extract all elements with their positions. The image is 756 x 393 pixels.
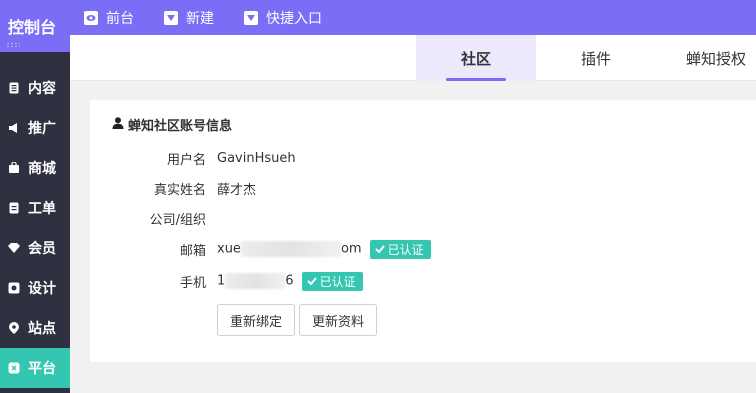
sidebar-item-design[interactable]: 设计 [0,268,70,308]
sidebar-item-member[interactable]: 会员 [0,228,70,268]
panel-title-text: 蝉知社区账号信息 [128,119,233,134]
frontend-link[interactable]: 前台 [84,8,134,28]
dropdown-icon [244,10,258,25]
phone-prefix: 1 [217,273,226,289]
sidebar-nav: 内容 推广 商城 工单 会员 设计 站点 平台 [0,52,70,388]
user-icon [112,116,124,133]
tab-community[interactable]: 社区 [416,35,536,81]
phone-label: 手机 [179,275,206,291]
phone-redaction [225,273,286,289]
sidebar-item-label: 推广 [28,121,56,137]
sidebar-item-content[interactable]: 内容 [0,68,70,108]
tab-license[interactable]: 蝉知授权 [656,35,756,81]
account-info-panel: 蝉知社区账号信息 用户名 GavinHsueh 真实姓名 薛才杰 公司/组织 邮… [90,100,756,362]
design-icon [8,282,20,294]
shortcut-menu-label: 快捷入口 [266,10,322,27]
frontend-label: 前台 [106,10,134,27]
dropdown-icon [164,10,178,25]
app-title: 控制台 [8,18,57,37]
sidebar-item-shop[interactable]: 商城 [0,148,70,188]
phone-suffix: 6 [285,273,294,289]
sidebar: 控制台 内容 推广 商城 工单 会员 设计 站点 平台 [0,0,70,393]
username-value: GavinHsueh [217,150,296,166]
sidebar-item-label: 站点 [28,321,56,337]
platform-icon [8,362,20,374]
sidebar-item-ticket[interactable]: 工单 [0,188,70,228]
sidebar-item-label: 工单 [28,201,56,217]
username-row: 用户名 GavinHsueh [90,147,296,169]
check-icon [306,274,317,288]
realname-value: 薛才杰 [217,182,257,198]
company-row: 公司/组织 [90,207,217,229]
email-verified-text: 已认证 [387,242,424,257]
sidebar-item-label: 会员 [28,241,56,257]
tabs-bar: 社区 插件 蝉知授权 [70,35,756,81]
email-prefix: xue [217,241,241,257]
diamond-icon [8,242,20,254]
rebind-button[interactable]: 重新绑定 [217,304,295,336]
new-menu-label: 新建 [186,10,214,27]
phone-row: 手机 16 已认证 [90,270,363,292]
email-label: 邮箱 [179,243,206,259]
top-bar: 前台 新建 快捷入口 [70,0,756,35]
phone-verified-badge: 已认证 [301,271,363,291]
phone-value: 16 [217,273,294,289]
email-value: xue om [217,241,362,257]
email-suffix: om [340,241,362,257]
email-row: 邮箱 xue om 已认证 [90,238,431,260]
megaphone-icon [8,122,20,134]
check-icon [374,242,385,256]
location-icon [8,322,20,334]
document-icon [8,82,20,94]
email-verified-badge: 已认证 [369,239,431,259]
app-logo[interactable]: 控制台 [0,0,70,52]
username-label: 用户名 [166,152,206,168]
email-redaction [240,241,341,257]
sidebar-item-label: 内容 [28,81,56,97]
sidebar-item-label: 平台 [28,361,56,377]
company-label: 公司/组织 [149,212,206,228]
new-menu-button[interactable]: 新建 [164,8,214,28]
sidebar-item-label: 商城 [28,161,56,177]
realname-label: 真实姓名 [153,182,206,198]
sidebar-item-promotion[interactable]: 推广 [0,108,70,148]
panel-title: 蝉知社区账号信息 [112,115,232,134]
shop-icon [8,162,20,174]
update-profile-button[interactable]: 更新资料 [299,304,377,336]
tab-plugins[interactable]: 插件 [536,35,656,81]
sidebar-item-label: 设计 [28,281,56,297]
ticket-icon [8,202,20,214]
realname-row: 真实姓名 薛才杰 [90,177,256,199]
sidebar-item-site[interactable]: 站点 [0,308,70,348]
eye-icon [84,10,98,25]
phone-verified-text: 已认证 [319,274,356,289]
shortcut-menu-button[interactable]: 快捷入口 [244,8,322,28]
logo-dots-decoration [6,42,20,48]
sidebar-item-platform[interactable]: 平台 [0,348,70,388]
